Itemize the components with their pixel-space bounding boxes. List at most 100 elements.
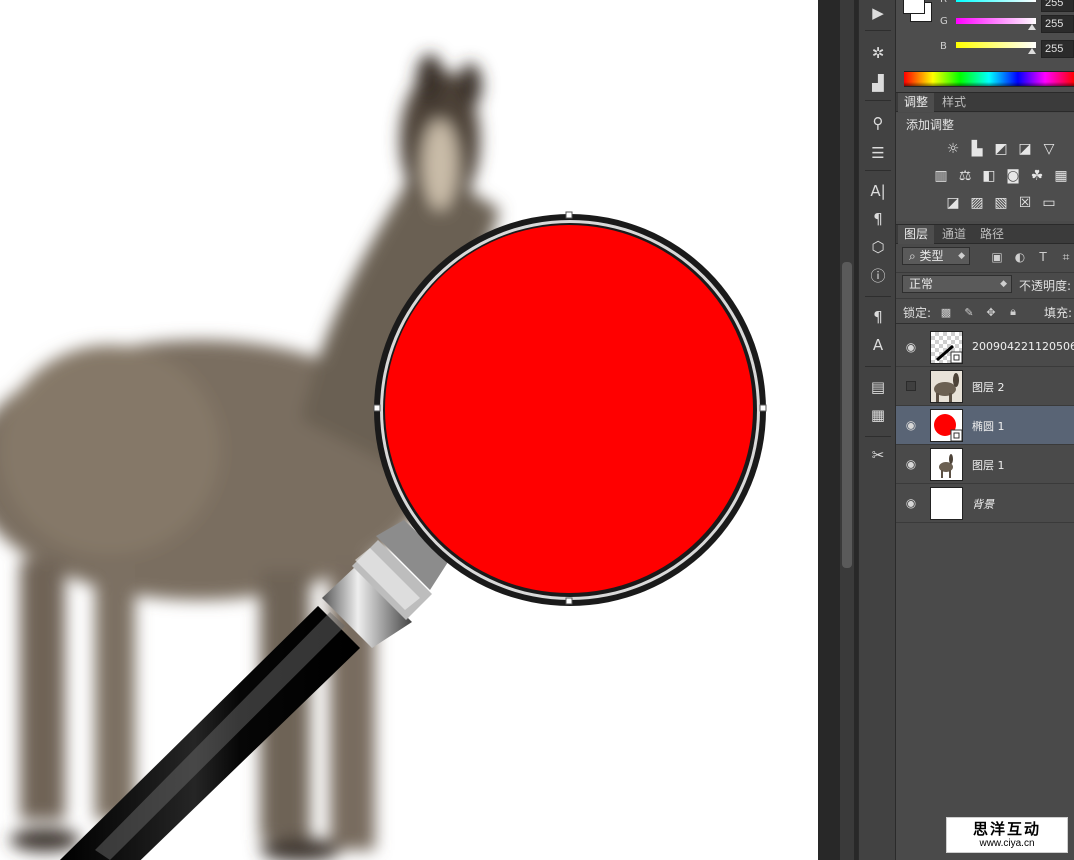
layer-filter-row: ⌕ 类型 ◆ ▣ ◐ T ⌗ bbox=[896, 246, 1074, 268]
adjustments-panel: 添加调整 ☼ ▙ ◩ ◪ ▽ ▥ ⚖ ◧ ◙ ☘ ▦ ◪ ▨ ▧ ☒ ▭ bbox=[896, 113, 1074, 221]
filter-shape-icon[interactable]: ⌗ bbox=[1058, 249, 1074, 265]
lock-label: 锁定: bbox=[903, 306, 932, 320]
lock-all-icon[interactable]: 🔒︎ bbox=[1006, 305, 1020, 319]
foreground-color-swatch[interactable] bbox=[903, 0, 925, 14]
adjustments-tabbar: 调整 样式 bbox=[896, 92, 1074, 112]
layer-thumbnail-background bbox=[930, 487, 963, 520]
eye-icon[interactable]: ◉ bbox=[904, 418, 918, 432]
layer-row[interactable]: ◉ 2009042211205069 bbox=[896, 328, 1074, 367]
filter-pixel-icon[interactable]: ▣ bbox=[989, 249, 1005, 265]
layer-name[interactable]: 椭圆 1 bbox=[972, 418, 1005, 434]
tool-presets-icon[interactable]: ☰ bbox=[865, 142, 891, 164]
workspace-gutter bbox=[818, 0, 858, 860]
color-panel: R 255 G 255 B 255 bbox=[896, 0, 1074, 92]
filter-type-icon[interactable]: T bbox=[1035, 249, 1051, 265]
eye-icon[interactable]: ◉ bbox=[904, 457, 918, 471]
tab-adjustments[interactable]: 调整 bbox=[898, 93, 935, 112]
levels-icon[interactable]: ▙ bbox=[968, 140, 986, 158]
curves-icon[interactable]: ◩ bbox=[992, 140, 1010, 158]
invert-icon[interactable]: ◪ bbox=[944, 194, 962, 212]
lock-pixels-icon[interactable]: ✎ bbox=[962, 305, 976, 319]
layer-name[interactable]: 2009042211205069 bbox=[972, 340, 1074, 353]
tab-paths[interactable]: 路径 bbox=[974, 225, 1010, 244]
color-balance-icon[interactable]: ⚖ bbox=[956, 167, 974, 185]
brightness-contrast-icon[interactable]: ☼ bbox=[944, 140, 962, 158]
channel-r-value[interactable]: 255 bbox=[1041, 0, 1074, 12]
paragraph-icon[interactable]: ¶ bbox=[865, 208, 891, 230]
layer-row[interactable]: ◉ 背景 bbox=[896, 484, 1074, 523]
channel-mixer-icon[interactable]: ☘ bbox=[1028, 167, 1046, 185]
channel-b-slider[interactable] bbox=[956, 42, 1036, 48]
add-adjustment-title: 添加调整 bbox=[906, 118, 955, 132]
layers-panel: ⌕ 类型 ◆ ▣ ◐ T ⌗ 正常 ◆ 不透明度: 锁定: ▩ ✎ ✥ 🔒︎ 填… bbox=[896, 246, 1074, 860]
notes-icon[interactable]: ▦ bbox=[865, 404, 891, 426]
exposure-icon[interactable]: ◪ bbox=[1016, 140, 1034, 158]
vibrance-icon[interactable]: ▽ bbox=[1040, 140, 1058, 158]
paragraph-styles-icon[interactable]: ¶ bbox=[865, 306, 891, 328]
tab-channels[interactable]: 通道 bbox=[936, 225, 972, 244]
hue-saturation-icon[interactable]: ▥ bbox=[932, 167, 950, 185]
channel-r-slider[interactable] bbox=[956, 0, 1036, 2]
selective-color-icon[interactable]: ☒ bbox=[1016, 194, 1034, 212]
panel-dock: R 255 G 255 B 255 调整 样式 添加调整 ☼ ▙ ◩ ◪ ▽ ▥… bbox=[896, 0, 1074, 860]
properties-icon[interactable]: ▤ bbox=[865, 376, 891, 398]
ellipse-shape[interactable] bbox=[385, 225, 753, 593]
navigator-icon[interactable]: ✲ bbox=[865, 42, 891, 64]
filter-kind-value: 类型 bbox=[919, 249, 944, 263]
posterize-icon[interactable]: ▨ bbox=[968, 194, 986, 212]
color-lookup-icon[interactable]: ▦ bbox=[1052, 167, 1070, 185]
character-styles-icon[interactable]: A bbox=[865, 334, 891, 356]
chevron-down-icon: ◆ bbox=[958, 251, 965, 261]
layer-name[interactable]: 图层 2 bbox=[972, 379, 1005, 395]
layer-thumbnail-smart-object bbox=[930, 331, 963, 364]
site-watermark: 思洋互动 www.ciya.cn bbox=[946, 817, 1068, 853]
layer-name[interactable]: 背景 bbox=[972, 496, 994, 512]
channel-g-value[interactable]: 255 bbox=[1041, 15, 1074, 33]
channel-g-slider[interactable] bbox=[956, 18, 1036, 24]
fill-label: 填充: bbox=[1044, 306, 1073, 320]
eye-icon[interactable]: ◉ bbox=[904, 496, 918, 510]
character-icon[interactable]: A| bbox=[865, 180, 891, 202]
blend-row: 正常 ◆ 不透明度: bbox=[896, 272, 1074, 296]
black-white-icon[interactable]: ◧ bbox=[980, 167, 998, 185]
info-icon[interactable]: ⓘ bbox=[865, 264, 891, 286]
layer-row[interactable]: 图层 2 bbox=[896, 367, 1074, 406]
3d-icon[interactable]: ⬡ bbox=[865, 236, 891, 258]
filter-kind-dropdown[interactable]: ⌕ 类型 ◆ bbox=[902, 247, 970, 265]
search-icon: ⌕ bbox=[909, 249, 920, 263]
channel-b-value[interactable]: 255 bbox=[1041, 40, 1074, 58]
gradient-map-icon[interactable]: ▭ bbox=[1040, 194, 1058, 212]
play-actions-icon[interactable]: ▶ bbox=[865, 2, 891, 24]
lock-transparent-icon[interactable]: ▩ bbox=[939, 305, 953, 319]
lock-position-icon[interactable]: ✥ bbox=[984, 305, 998, 319]
visibility-toggle-off[interactable] bbox=[906, 381, 916, 391]
lock-row: 锁定: ▩ ✎ ✥ 🔒︎ 填充: bbox=[896, 298, 1074, 324]
threshold-icon[interactable]: ▧ bbox=[992, 194, 1010, 212]
photo-filter-icon[interactable]: ◙ bbox=[1004, 167, 1022, 185]
brush-presets-icon[interactable]: ⚲ bbox=[865, 112, 891, 134]
tool-options-icon[interactable]: ✂ bbox=[865, 444, 891, 466]
channel-b-thumb[interactable] bbox=[1028, 48, 1036, 54]
tab-styles[interactable]: 样式 bbox=[936, 93, 972, 112]
histogram-icon[interactable]: ▟ bbox=[865, 72, 891, 94]
opacity-label: 不透明度: bbox=[1019, 279, 1072, 293]
collapsed-panels-strip: ▶ ✲ ▟ ⚲ ☰ A| ¶ ⬡ ⓘ ¶ A ▤ ▦ ✂ bbox=[858, 0, 896, 860]
layer-name[interactable]: 图层 1 bbox=[972, 457, 1005, 473]
layer-thumbnail-ellipse bbox=[930, 409, 963, 442]
watermark-url: www.ciya.cn bbox=[979, 838, 1035, 849]
channel-g-thumb[interactable] bbox=[1028, 24, 1036, 30]
layer-thumbnail-donkey-small bbox=[930, 448, 963, 481]
scrollbar-thumb[interactable] bbox=[842, 262, 852, 568]
color-spectrum-bar[interactable] bbox=[904, 71, 1074, 87]
blend-mode-value: 正常 bbox=[909, 277, 934, 291]
document-canvas[interactable] bbox=[0, 0, 818, 860]
canvas-artwork bbox=[0, 54, 767, 860]
eye-icon[interactable]: ◉ bbox=[904, 340, 918, 354]
blend-mode-dropdown[interactable]: 正常 ◆ bbox=[902, 275, 1012, 293]
channel-r-label: R bbox=[940, 0, 947, 5]
channel-b-label: B bbox=[940, 41, 947, 52]
layer-row[interactable]: ◉ 图层 1 bbox=[896, 445, 1074, 484]
layer-row-selected[interactable]: ◉ 椭圆 1 bbox=[896, 406, 1074, 445]
filter-adjustment-icon[interactable]: ◐ bbox=[1012, 249, 1028, 265]
tab-layers[interactable]: 图层 bbox=[898, 225, 935, 244]
